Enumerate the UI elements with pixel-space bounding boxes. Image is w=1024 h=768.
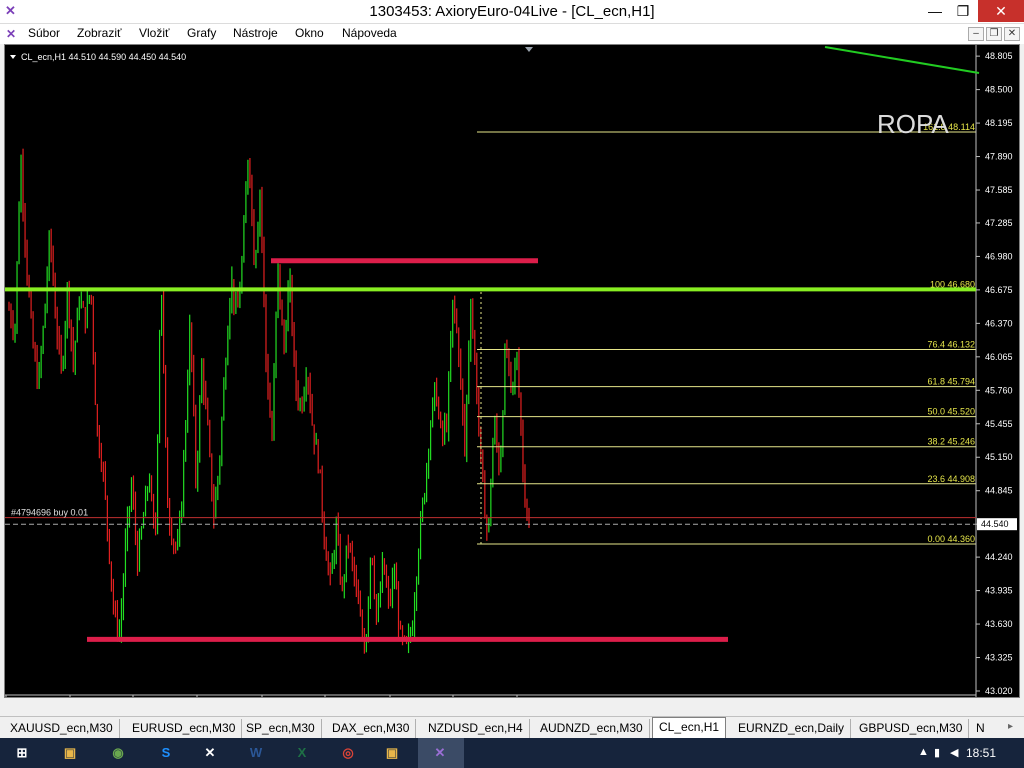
y-tick-label: 45.150 [985,452,1013,462]
window-title: 1303453: AxioryEuro-04Live - [CL_ecn,H1] [369,3,655,20]
overlay-group: #4794696 buy 0.01 44.540 CL_ecn,H1 44.510 … [5,46,1017,642]
globe-app-icon[interactable]: ◉ [106,741,130,765]
folder-icon[interactable]: ▣ [380,741,404,765]
y-tick-label: 46.065 [985,352,1013,362]
app-x-icon[interactable]: ✕ [198,741,222,765]
metatrader-icon[interactable]: ✕ [428,741,452,765]
y-tick-label: 44.240 [985,552,1013,562]
chart-window[interactable]: 161.8 48.114 100 46.680 76.4 46.132 61.8 45… [4,44,1020,698]
x-axis: 25 Aug 201630 Aug 16:002 Sep 11:007 Sep … [5,694,976,697]
y-tick-label: 43.935 [985,586,1013,596]
fib-label: 23.6 44.908 [927,474,975,484]
menu-bar: ✕ Súbor Zobraziť Vložiť Grafy Nástroje O… [0,24,1024,44]
fib-label: 76.4 46.132 [927,339,975,349]
chart-header: CL_ecn,H1 44.510 44.590 44.450 44.540 [21,52,186,62]
close-window-button[interactable]: ✕ [978,0,1024,22]
tray-arrow-icon[interactable]: ▲ [918,746,929,758]
fib-label: 50.0 45.520 [927,407,975,417]
candles-group [8,148,530,654]
y-tick-label: 47.285 [985,218,1013,228]
y-axis: 48.805 48.500 48.195 47.890 47.585 47.285 46.9… [975,45,1013,697]
mdi-minimize-button[interactable]: – [968,27,984,41]
y-tick-label: 48.500 [985,85,1013,95]
tab-more[interactable]: N [970,719,991,738]
network-icon[interactable]: ▮ [934,746,940,759]
menu-vlozit[interactable]: Vložiť [139,26,170,40]
tab-nzdusd[interactable]: NZDUSD_ecn,H4 [422,719,530,738]
menu-subor[interactable]: Súbor [28,26,60,40]
y-tick-label: 45.760 [985,385,1013,395]
word-icon[interactable]: W [244,741,268,765]
tab-gbpusd[interactable]: GBPUSD_ecn,M30 [853,719,970,738]
restore-window-button[interactable]: ❐ [946,0,980,22]
tab-xauusd[interactable]: XAUUSD_ecn,M30 [4,719,120,738]
mdi-close-button[interactable]: ✕ [1004,27,1020,41]
explorer-icon[interactable]: ▣ [58,741,82,765]
price-chart[interactable]: 161.8 48.114100 46.68076.4 46.13261.8 45… [5,45,1019,697]
chart-menu-icon [10,55,16,59]
menu-nastroje[interactable]: Nástroje [233,26,278,40]
mdi-restore-button[interactable]: ❐ [986,27,1002,41]
y-tick-label: 43.325 [985,653,1013,663]
menu-zobrazit[interactable]: Zobraziť [77,26,122,40]
fib-label: 61.8 45.794 [927,377,975,387]
windows-start-icon[interactable]: ⊞ [10,741,34,765]
tab-sp[interactable]: SP_ecn,M30 [240,719,322,738]
chart-tabs: XAUUSD_ecn,M30 EURUSD_ecn,M30 SP_ecn,M30… [0,716,1024,738]
excel-icon[interactable]: X [290,741,314,765]
tab-cl[interactable]: CL_ecn,H1 [652,717,727,738]
tab-eurusd[interactable]: EURUSD_ecn,M30 [126,719,243,738]
trade-label: #4794696 buy 0.01 [11,508,88,518]
y-tick-label: 43.020 [985,686,1013,696]
fib-label: 0.00 44.360 [927,534,975,544]
child-window-icon[interactable]: ✕ [6,27,16,41]
ropa-annotation: ROPA [877,109,949,139]
y-tick-label: 48.195 [985,118,1013,128]
chrome-icon[interactable]: ◎ [336,741,360,765]
fib-label: 38.2 45.246 [927,437,975,447]
taskbar-clock[interactable]: 18:51 [966,746,996,760]
y-tick-label: 46.370 [985,318,1013,328]
fibonacci-group: 161.8 48.114100 46.68076.4 46.13261.8 45… [477,122,976,545]
tab-scroll-icon[interactable]: ▸ [1008,721,1013,732]
menu-okno[interactable]: Okno [295,26,324,40]
volume-icon[interactable]: ◀ [950,746,958,759]
title-bar: ✕ 1303453: AxioryEuro-04Live - [CL_ecn,H… [0,0,1024,24]
y-tick-label: 46.980 [985,251,1013,261]
menu-grafy[interactable]: Grafy [187,26,216,40]
taskbar: ⊞ ▣ ◉ S ✕ W X ◎ ▣ ✕ ▲ ▮ ◀ 18:51 [0,738,1024,768]
tab-dax[interactable]: DAX_ecn,M30 [326,719,417,738]
y-tick-label: 43.630 [985,619,1013,629]
y-tick-label: 48.805 [985,51,1013,61]
skype-icon[interactable]: S [154,741,178,765]
y-tick-label: 47.890 [985,152,1013,162]
tab-eurnzd[interactable]: EURNZD_ecn,Daily [732,719,852,738]
y-tick-label: 47.585 [985,185,1013,195]
tab-audnzd[interactable]: AUDNZD_ecn,M30 [534,719,650,738]
trend-line [824,46,980,74]
current-price-label: 44.540 [981,519,1009,529]
y-tick-label: 44.845 [985,486,1013,496]
chart-shift-icon [525,47,533,52]
menu-napoveda[interactable]: Nápoveda [342,26,397,40]
y-tick-label: 45.455 [985,419,1013,429]
y-tick-label: 46.675 [985,285,1013,295]
